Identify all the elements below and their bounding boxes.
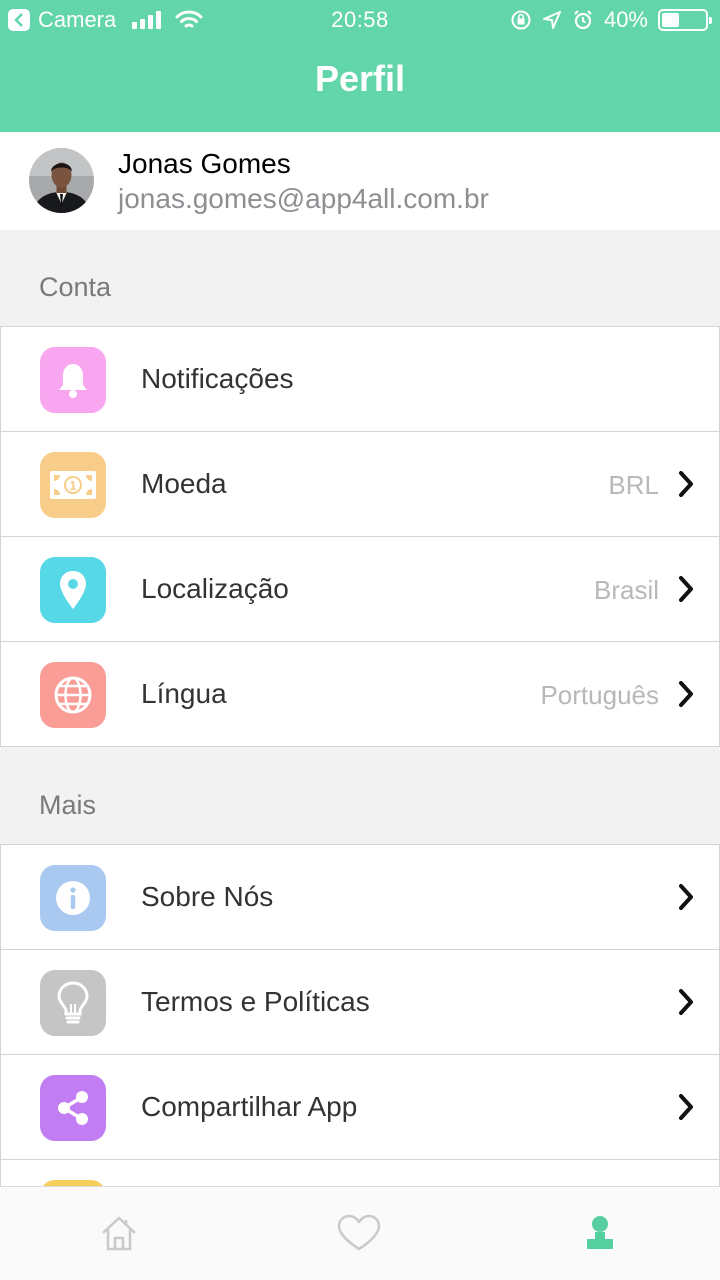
globe-icon <box>40 662 106 728</box>
row-label: Língua <box>141 678 227 709</box>
row-label: Moeda <box>141 468 227 499</box>
row-label: Notificações <box>141 363 294 394</box>
location-pin-icon <box>40 557 106 623</box>
chevron-right-icon <box>679 989 693 1015</box>
chevron-right-icon <box>679 884 693 910</box>
money-icon: 1 <box>40 452 106 518</box>
battery-icon <box>658 9 712 31</box>
location-arrow-icon <box>542 11 561 29</box>
page-title: Perfil <box>314 58 406 99</box>
row-value: BRL <box>608 470 659 500</box>
row-label: Localização <box>141 573 289 604</box>
settings-row-terms[interactable]: Termos e Políticas <box>0 949 720 1055</box>
battery-percent: 40% <box>603 7 648 32</box>
settings-row-notifications[interactable]: Notificações <box>0 326 720 432</box>
share-icon <box>40 1075 106 1141</box>
row-label: Sobre Nós <box>141 881 274 912</box>
row-value: Português <box>540 680 659 710</box>
row-value: Brasil <box>593 575 659 605</box>
alarm-icon <box>574 10 592 30</box>
row-label: Compartilhar App <box>141 1091 358 1122</box>
section-title-more: Mais <box>39 790 97 820</box>
profile-icon[interactable] <box>580 1213 620 1253</box>
profile-card[interactable]: Jonas Gomes jonas.gomes@app4all.com.br <box>0 132 720 230</box>
header: Camera 20:58 40% Perfil <box>0 0 720 132</box>
settings-row-share[interactable]: Compartilhar App <box>0 1054 720 1160</box>
chevron-right-icon <box>679 471 693 497</box>
settings-row-currency[interactable]: 1 Moeda BRL <box>0 431 720 537</box>
settings-row-about[interactable]: Sobre Nós <box>0 844 720 950</box>
chevron-right-icon <box>679 1094 693 1120</box>
home-icon[interactable] <box>99 1213 139 1253</box>
profile-name: Jonas Gomes <box>118 148 291 179</box>
profile-email: jonas.gomes@app4all.com.br <box>118 183 489 214</box>
lightbulb-icon <box>40 970 106 1036</box>
row-label: Termos e Políticas <box>141 986 370 1017</box>
settings-row-location[interactable]: Localização Brasil <box>0 536 720 642</box>
tab-bar <box>0 1186 720 1280</box>
svg-text:1: 1 <box>69 478 76 493</box>
settings-row-language[interactable]: Língua Português <box>0 641 720 747</box>
heart-icon[interactable] <box>336 1213 382 1253</box>
rotation-lock-icon <box>511 10 531 30</box>
chevron-right-icon <box>679 576 693 602</box>
status-bar: Camera 20:58 40% <box>0 0 720 40</box>
info-icon <box>40 865 106 931</box>
chevron-right-icon <box>679 681 693 707</box>
bell-icon <box>40 347 106 413</box>
avatar <box>29 148 94 213</box>
section-title-account: Conta <box>39 272 112 302</box>
